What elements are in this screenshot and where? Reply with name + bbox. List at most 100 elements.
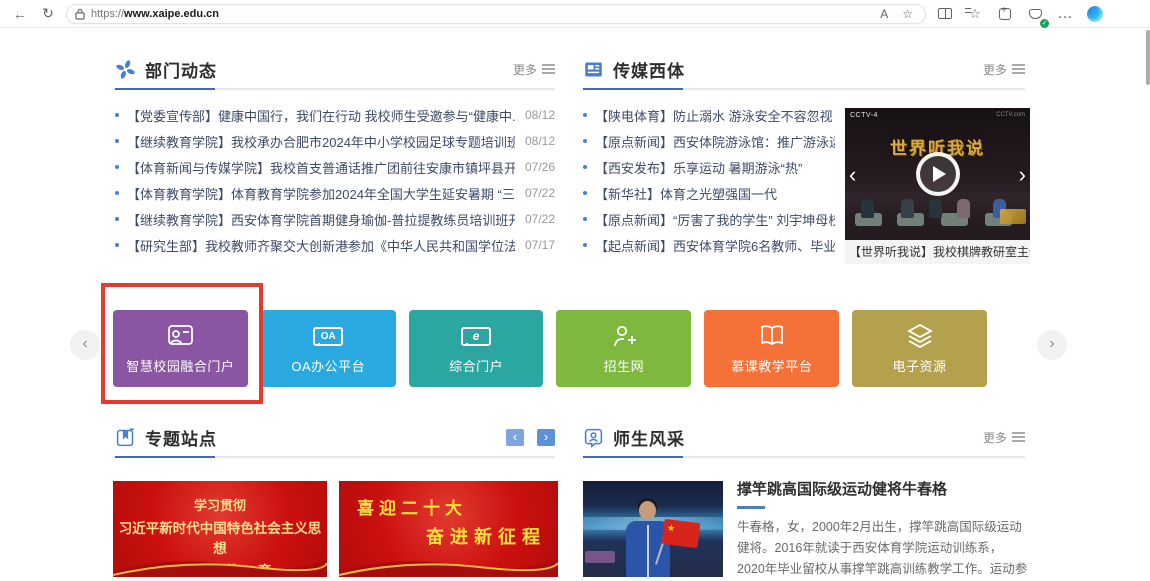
article-title[interactable]: 撑竿跳高国际级运动健将牛春格 <box>737 478 1029 499</box>
read-aloud-icon[interactable]: A <box>876 7 892 21</box>
news-date: 08/12 <box>525 108 555 122</box>
tile-label: OA办公平台 <box>291 356 365 375</box>
tile-admissions[interactable]: 招生网 <box>556 310 691 387</box>
browser-essentials-icon[interactable]: ✓ <box>1024 3 1046 25</box>
topics-underline <box>115 456 555 458</box>
news-link[interactable]: 【继续教育学院】西安体育学院首期健身瑜伽-普拉提教练员培训班开班... <box>127 210 515 229</box>
topic-banner-20th-congress[interactable]: 喜迎二十大 奋进新征程 <box>339 481 558 577</box>
news-date: 07/22 <box>525 186 555 200</box>
tv-channel-logo: CCTV-4 <box>850 112 878 119</box>
topics-header: 专题站点 ‹ › <box>115 420 555 454</box>
news-item[interactable]: 【继续教育学院】西安体育学院首期健身瑜伽-普拉提教练员培训班开班...07/22 <box>115 206 555 232</box>
newspaper-icon <box>583 59 604 80</box>
news-link[interactable]: 【体育教育学院】体育教育学院参加2024年全国大学生延安暑期 “三下... <box>127 184 515 203</box>
news-date: 07/26 <box>525 160 555 174</box>
news-link[interactable]: 【起点新闻】西安体育学院6名教师、毕业生征... <box>595 236 835 255</box>
media-title: 传媒西体 <box>613 57 685 82</box>
media-more-button[interactable]: 更多 <box>983 61 1025 78</box>
favorites-bar-icon[interactable]: ☆ <box>964 3 986 25</box>
bookmark-flag-icon <box>115 427 136 448</box>
bullet-icon <box>583 191 587 195</box>
media-header: 传媒西体 更多 <box>583 52 1025 86</box>
news-link[interactable]: 【研究生部】我校教师齐聚交大创新港参加《中华人民共和国学位法... <box>127 236 515 255</box>
url-scheme: https:// <box>91 8 124 20</box>
news-link[interactable]: 【原点新闻】“厉害了我的学生” 刘宇坤母校... <box>595 210 835 229</box>
lock-icon <box>75 8 85 20</box>
tile-e-resources[interactable]: 电子资源 <box>852 310 987 387</box>
news-item[interactable]: 【陕电体育】防止溺水 游泳安全不容忽视！#... <box>583 102 835 128</box>
play-button[interactable] <box>916 152 960 196</box>
news-link[interactable]: 【陕电体育】防止溺水 游泳安全不容忽视！#... <box>595 106 835 125</box>
bullet-icon <box>583 139 587 143</box>
bullet-icon <box>115 217 119 221</box>
news-item[interactable]: 【研究生部】我校教师齐聚交大创新港参加《中华人民共和国学位法... 07/17 <box>115 232 555 258</box>
banner-line: 学习贯彻 <box>113 495 327 514</box>
people-title: 师生风采 <box>613 425 685 450</box>
news-link[interactable]: 【党委宣传部】健康中国行，我们在行动 我校师生受邀参与“健康中... <box>127 106 515 125</box>
scrollbar[interactable] <box>1146 30 1150 85</box>
browser-toolbar: ← ↻ https://www.xaipe.edu.cn A ☆ ☆ ✓ … <box>0 0 1150 28</box>
tile-mooc-platform[interactable]: 慕课教学平台 <box>704 310 839 387</box>
news-link[interactable]: 【西安发布】乐享运动 暑期游泳“热” <box>595 158 835 177</box>
tile-label: 智慧校园融合门户 <box>126 356 234 375</box>
bullet-icon <box>583 165 587 169</box>
tile-label: 招生网 <box>604 356 645 375</box>
video-thumbnail[interactable]: CCTV-4 CCTV.com 世界听我说 ‹ › <box>845 108 1030 240</box>
favorite-star-icon[interactable]: ☆ <box>898 7 917 21</box>
news-item[interactable]: 【体育新闻与传媒学院】我校首支普通话推广团前往安康市镇坪县开展“推普助... 07… <box>115 154 555 180</box>
topics-prev-button[interactable]: ‹ <box>506 429 524 446</box>
dept-news-header: 部门动态 更多 <box>115 52 555 86</box>
athlete-photo[interactable]: ★ <box>583 481 723 577</box>
news-item[interactable]: 【继续教育学院】我校承办合肥市2024年中小学校园足球专题培训班08/12 <box>115 128 555 154</box>
dept-news-underline <box>115 88 555 90</box>
news-link[interactable]: 【新华社】体育之光塑强国一代 <box>595 184 835 203</box>
url-text[interactable]: https://www.xaipe.edu.cn <box>91 8 219 20</box>
news-item[interactable]: 【西安发布】乐享运动 暑期游泳“热” <box>583 154 835 180</box>
more-label: 更多 <box>513 61 537 78</box>
article-text: 牛春格，女，2000年2月出生，撑竿跳高国际级运动健将。2016年就读于西安体育… <box>737 520 1027 581</box>
quick-links-row: 智慧校园融合门户 OA OA办公平台 e 综合门户 招生网 慕课教学平台 <box>113 310 987 387</box>
video-caption[interactable]: 【世界听我说】我校棋牌教研室主任李... <box>845 240 1030 264</box>
tile-smart-campus-portal[interactable]: 智慧校园融合门户 <box>113 310 248 387</box>
settings-more-icon[interactable]: … <box>1054 3 1076 25</box>
menu-icon <box>542 68 555 70</box>
news-item[interactable]: 【原点新闻】西安体院游泳馆：推广游泳运动 ... <box>583 128 835 154</box>
more-label: 更多 <box>983 429 1007 446</box>
topics-next-button[interactable]: › <box>537 429 555 446</box>
layers-icon <box>905 322 935 350</box>
news-item[interactable]: 【新华社】体育之光塑强国一代 <box>583 180 835 206</box>
video-next-icon[interactable]: › <box>1019 162 1026 188</box>
back-icon[interactable]: ← <box>10 6 30 22</box>
topic-banner-theme-education[interactable]: 学习贯彻 习近平新时代中国特色社会主义思想 主 题 教 育 <box>113 481 327 577</box>
show-logo-badge <box>1000 209 1026 224</box>
video-prev-icon[interactable]: ‹ <box>849 162 856 188</box>
banner-line: 喜迎二十大 <box>357 494 467 519</box>
news-link[interactable]: 【体育新闻与传媒学院】我校首支普通话推广团前往安康市镇坪县开展“推普助... <box>127 158 515 177</box>
refresh-icon[interactable]: ↻ <box>38 5 58 22</box>
people-more-button[interactable]: 更多 <box>983 429 1025 446</box>
bullet-icon <box>115 243 119 247</box>
news-date: 07/17 <box>525 238 555 252</box>
tiles-next-button[interactable]: › <box>1037 330 1067 360</box>
tile-portal[interactable]: e 综合门户 <box>409 310 544 387</box>
copilot-icon[interactable] <box>1084 3 1106 25</box>
more-label: 更多 <box>983 61 1007 78</box>
essentials-check-badge: ✓ <box>1040 19 1049 28</box>
tiles-prev-button[interactable]: ‹ <box>70 330 100 360</box>
collections-icon[interactable] <box>994 3 1016 25</box>
news-item[interactable]: 【体育教育学院】体育教育学院参加2024年全国大学生延安暑期 “三下... 07/… <box>115 180 555 206</box>
news-link[interactable]: 【原点新闻】西安体院游泳馆：推广游泳运动 ... <box>595 132 835 151</box>
dept-news-more-button[interactable]: 更多 <box>513 61 555 78</box>
news-item[interactable]: 【党委宣传部】健康中国行，我们在行动 我校师生受邀参与“健康中... 08/12 <box>115 102 555 128</box>
tile-label: 电子资源 <box>893 356 947 375</box>
bullet-icon <box>115 165 119 169</box>
menu-icon <box>1012 68 1025 70</box>
news-item[interactable]: 【起点新闻】西安体育学院6名教师、毕业生征... <box>583 232 835 258</box>
news-item[interactable]: 【原点新闻】“厉害了我的学生” 刘宇坤母校... <box>583 206 835 232</box>
news-link[interactable]: 【继续教育学院】我校承办合肥市2024年中小学校园足球专题培训班 <box>127 132 515 151</box>
split-screen-icon[interactable] <box>934 3 956 25</box>
e-monitor-icon: e <box>461 322 491 350</box>
tile-oa-platform[interactable]: OA OA办公平台 <box>261 310 396 387</box>
title-accent-rule <box>737 506 765 509</box>
address-bar[interactable]: https://www.xaipe.edu.cn A ☆ <box>66 4 926 24</box>
